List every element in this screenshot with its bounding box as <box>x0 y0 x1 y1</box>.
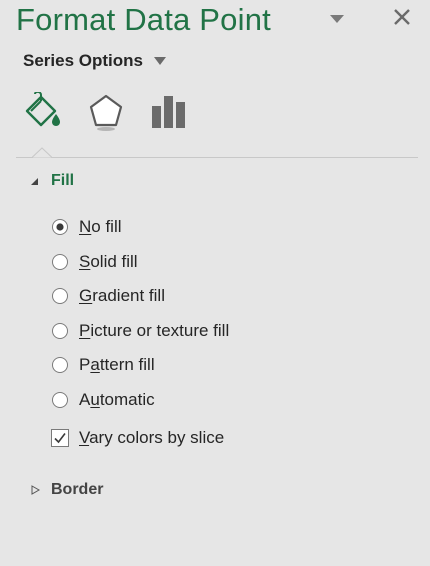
series-options-dropdown[interactable]: Series Options <box>23 50 167 72</box>
option-label: Vary colors by slice <box>79 428 225 447</box>
radio-button[interactable] <box>51 322 69 340</box>
tab-separator <box>16 157 418 158</box>
option-label: Gradient fill <box>79 286 165 305</box>
bar-chart-icon <box>152 96 185 128</box>
vary-colors-checkbox[interactable]: Vary colors by slice <box>51 426 224 450</box>
option-label: Pattern fill <box>79 355 155 374</box>
radio-picture-texture-fill[interactable]: Picture or texture fill <box>51 319 229 343</box>
border-section-header[interactable]: Border <box>29 481 103 499</box>
checkbox[interactable] <box>51 429 69 447</box>
tab-effects[interactable] <box>86 92 126 132</box>
paint-bucket-icon <box>25 90 60 127</box>
close-pane-button[interactable] <box>390 5 414 29</box>
close-icon <box>394 9 410 25</box>
radio-button[interactable] <box>51 253 69 271</box>
pane-options-button[interactable] <box>328 12 346 24</box>
option-label: Picture or texture fill <box>79 321 230 340</box>
option-label: Automatic <box>79 390 155 409</box>
radio-solid-fill[interactable]: Solid fill <box>51 250 138 274</box>
option-label: Solid fill <box>79 252 138 271</box>
radio-button[interactable] <box>51 218 69 236</box>
radio-button[interactable] <box>51 391 69 409</box>
fill-section-header[interactable]: Fill <box>29 172 74 190</box>
pane-title: Format Data Point <box>16 2 271 37</box>
tab-series-options[interactable] <box>150 92 190 132</box>
tab-fill-line[interactable] <box>22 90 62 132</box>
radio-pattern-fill[interactable]: Pattern fill <box>51 353 155 377</box>
radio-no-fill[interactable]: No fill <box>51 215 122 239</box>
selected-tab-indicator <box>32 147 52 158</box>
chevron-down-icon <box>153 57 166 65</box>
fill-section-label: Fill <box>51 172 75 189</box>
border-section-label: Border <box>51 481 104 498</box>
pentagon-icon <box>89 94 123 131</box>
radio-gradient-fill[interactable]: Gradient fill <box>51 284 165 308</box>
radio-automatic[interactable]: Automatic <box>51 388 155 412</box>
expand-triangle-icon <box>31 178 38 185</box>
collapse-triangle-icon <box>31 485 41 495</box>
radio-button[interactable] <box>51 287 69 305</box>
chevron-down-icon <box>330 15 344 23</box>
option-label: No fill <box>79 217 122 236</box>
series-options-label: Series Options <box>23 51 143 70</box>
radio-button[interactable] <box>51 356 69 374</box>
